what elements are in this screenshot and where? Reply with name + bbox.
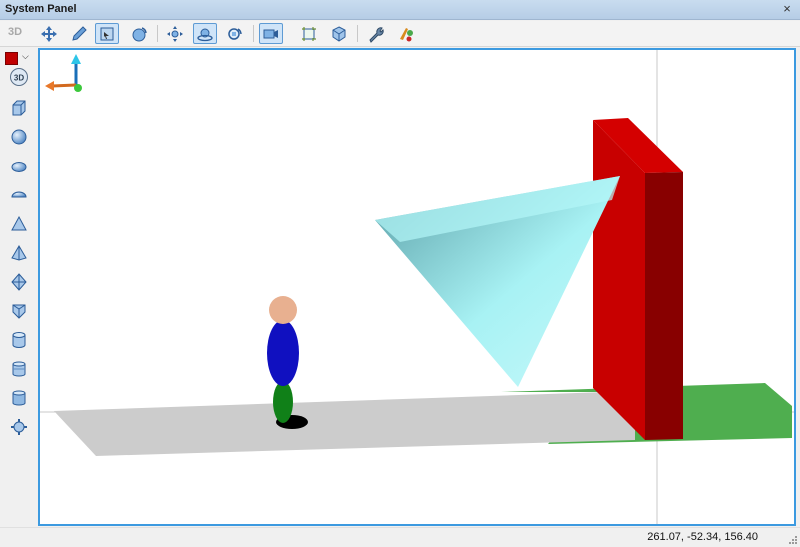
ellipsoid-icon[interactable] — [7, 154, 31, 178]
rotate-sphere-icon[interactable] — [127, 23, 151, 44]
paint-tools-icon[interactable] — [394, 23, 418, 44]
move-arrows-icon[interactable] — [37, 23, 61, 44]
resize-grip-icon[interactable] — [788, 535, 798, 545]
mode-3d-label: 3D — [8, 26, 23, 38]
toolbar-separator — [357, 25, 358, 42]
frame-icon[interactable] — [297, 23, 321, 44]
color-swatch[interactable] — [5, 52, 18, 65]
title-bar: System Panel × — [0, 0, 800, 20]
window-title: System Panel — [5, 3, 77, 15]
pan-icon[interactable] — [163, 23, 187, 44]
wall-front — [593, 120, 645, 440]
view-3d-button[interactable]: 3D — [7, 65, 31, 89]
figure-legs — [273, 381, 293, 423]
cube-shade-icon[interactable] — [327, 23, 351, 44]
status-bar: 261.07, -52.34, 156.40 — [0, 527, 800, 547]
close-icon[interactable]: × — [780, 1, 794, 16]
zoom-rotate-icon[interactable] — [223, 23, 247, 44]
capsule-icon[interactable] — [7, 183, 31, 207]
sphere-icon[interactable] — [7, 125, 31, 149]
toolbar-separator — [157, 25, 158, 42]
coordinates-readout: 261.07, -52.34, 156.40 — [647, 531, 758, 543]
box-icon[interactable] — [7, 96, 31, 120]
3d-viewport[interactable] — [38, 48, 796, 526]
cone-icon[interactable] — [7, 212, 31, 236]
axis-gizmo — [45, 54, 82, 92]
prism-icon[interactable] — [7, 299, 31, 323]
camera-view-icon[interactable] — [259, 23, 283, 44]
toolbar-separator — [253, 25, 254, 42]
chevron-down-icon[interactable]: ⌵ — [22, 51, 29, 62]
orbit-icon[interactable] — [193, 23, 217, 44]
select-square-icon[interactable] — [95, 23, 119, 44]
gear-ring-icon[interactable] — [7, 415, 31, 439]
view-3d-label: 3D — [14, 74, 24, 83]
pyramid-icon[interactable] — [7, 241, 31, 265]
octahedron-icon[interactable] — [7, 270, 31, 294]
cylinder-icon[interactable] — [7, 328, 31, 352]
shape-sidebar: ⌵ 3D — [0, 48, 37, 526]
pencil-icon[interactable] — [67, 23, 91, 44]
wrench-icon[interactable] — [364, 23, 388, 44]
figure-head — [269, 296, 297, 324]
barrel-icon[interactable] — [7, 386, 31, 410]
tall-cylinder-icon[interactable] — [7, 357, 31, 381]
toolbar: 3D — [0, 21, 800, 47]
floor-plane — [54, 391, 635, 456]
figure-body — [267, 320, 299, 386]
wall-side — [645, 172, 683, 440]
